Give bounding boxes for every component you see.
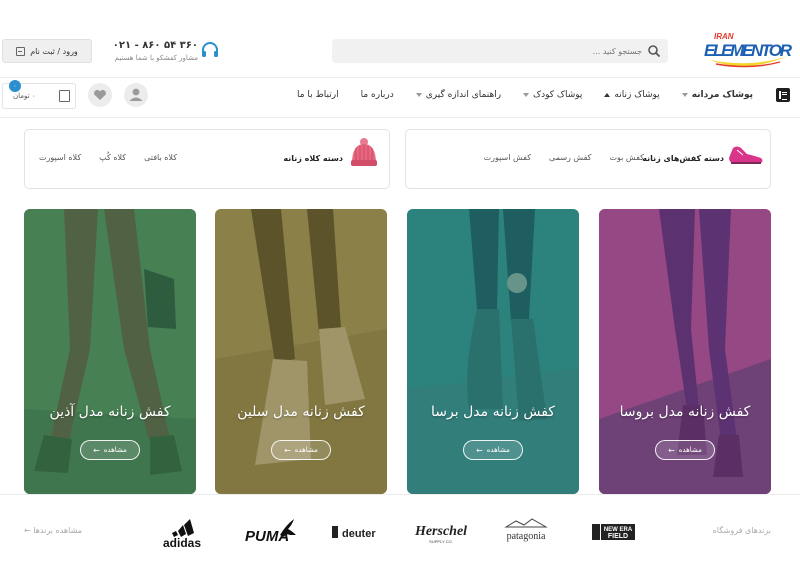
cart-amount: ۰ تومان [13, 92, 36, 100]
logo-small-text: IRAN [714, 32, 734, 41]
view-brands-link[interactable]: مشاهده برندها ← [24, 526, 82, 535]
support-text: مشاور کفشکو با شما هستیم [114, 54, 198, 62]
shopping-bag-icon [59, 90, 70, 102]
product-title: کفش زنانه مدل برسا [431, 404, 555, 420]
view-label: مشاهده [294, 446, 318, 454]
user-icon [129, 88, 143, 101]
hat-thumbnail[interactable] [342, 136, 386, 170]
category-womens-shoes: دسته کفش‌های زنانه کفش بوت کفش رسمی کفش … [405, 129, 771, 189]
brand-logo-deuter[interactable]: deuter [326, 513, 378, 551]
brand-logo-newera[interactable]: NEW ERA FIELD [590, 513, 638, 551]
heart-icon [94, 89, 106, 100]
nav-menu: پوشاک مردانه پوشاک زنانه پوشاک کودک راهن… [286, 78, 764, 112]
search-icon[interactable] [647, 44, 661, 58]
search-input[interactable] [442, 42, 642, 60]
category-link[interactable]: کفش رسمی [549, 153, 591, 162]
menu-icon[interactable] [776, 88, 790, 102]
brand-logo-adidas[interactable]: adidas [155, 513, 209, 551]
chevron-down-icon [681, 93, 688, 97]
nav-item-label: پوشاک کودک [533, 90, 583, 100]
nav-item-size-guide[interactable]: راهنمای اندازه گیری [405, 90, 512, 100]
brand-text: deuter [342, 528, 376, 540]
product-card[interactable]: کفش زنانه مدل آذین مشاهده ← [24, 209, 196, 494]
nav-item-mens[interactable]: پوشاک مردانه [671, 90, 764, 100]
view-button[interactable]: مشاهده ← [80, 440, 140, 460]
category-link[interactable]: کفش بوت [610, 153, 645, 162]
category-link[interactable]: کفش اسپورت [484, 153, 531, 162]
arrow-left-icon: ← [668, 445, 675, 455]
product-card[interactable]: کفش زنانه مدل سلین مشاهده ← [215, 209, 387, 494]
brand-text: PUMA [245, 528, 289, 545]
wishlist-button[interactable] [88, 83, 112, 107]
product-card[interactable]: کفش زنانه مدل بروسا مشاهده ← [599, 209, 771, 494]
login-label: ورود / ثبت نام [30, 46, 78, 56]
brand-logo-patagonia[interactable]: patagonia [498, 513, 554, 551]
headset-icon [202, 42, 218, 57]
view-label: مشاهده [103, 446, 127, 454]
nav-item-contact[interactable]: ارتباط با ما [286, 90, 350, 100]
cart-count-badge: ۰ [9, 80, 21, 92]
category-title[interactable]: دسته کفش‌های زنانه [642, 154, 724, 163]
nav-item-about[interactable]: درباره ما [350, 90, 405, 100]
brands-strip: برندهای فروشگاه مشاهده برندها ← NEW ERA … [0, 494, 800, 563]
login-icon [16, 46, 26, 56]
brand-logo-puma[interactable]: PUMA [242, 513, 298, 551]
arrow-left-icon: ← [284, 445, 291, 455]
brand-text: adidas [163, 536, 201, 550]
site-header: IRAN ELEMENTOR ۰۲۱ - ۸۶۰ ۵۴ ۳۶۰ مشاور کف… [0, 0, 800, 78]
nav-item-womens[interactable]: پوشاک زنانه [593, 90, 670, 100]
nav-item-label: پوشاک مردانه [691, 90, 753, 100]
category-link[interactable]: کلاه اسپورت [39, 153, 81, 162]
view-button[interactable]: مشاهده ← [655, 440, 715, 460]
chevron-down-icon [523, 93, 530, 97]
product-title: کفش زنانه مدل سلین [237, 404, 365, 420]
chevron-down-icon [415, 93, 422, 97]
chevron-up-icon [604, 93, 611, 97]
brand-text: SUPPLY CO. [429, 539, 453, 544]
nav-item-kids[interactable]: پوشاک کودک [512, 90, 593, 100]
nav-item-label: راهنمای اندازه گیری [425, 90, 502, 100]
product-card[interactable]: کفش زنانه مدل برسا مشاهده ← [407, 209, 579, 494]
category-links: کفش بوت کفش رسمی کفش اسپورت [484, 153, 644, 162]
product-title: کفش زنانه مدل آذین [49, 404, 171, 420]
category-link[interactable]: کلاه کُپ [99, 153, 126, 162]
category-links: کلاه بافتی کلاه کُپ کلاه اسپورت [39, 153, 177, 162]
view-button[interactable]: مشاهده ← [463, 440, 523, 460]
arrow-left-icon: ← [24, 526, 31, 535]
shoe-thumbnail[interactable] [723, 136, 767, 170]
nav-item-label: ارتباط با ما [296, 90, 339, 100]
category-link[interactable]: کلاه بافتی [144, 153, 177, 162]
brands-label: برندهای فروشگاه [712, 526, 771, 535]
category-womens-hats: دسته کلاه زنانه کلاه بافتی کلاه کُپ کلاه… [24, 129, 390, 189]
brand-text: FIELD [608, 533, 628, 540]
main-nav: پوشاک مردانه پوشاک زنانه پوشاک کودک راهن… [0, 78, 800, 118]
arrow-left-icon: ← [476, 445, 483, 455]
support-phone[interactable]: ۰۲۱ - ۸۶۰ ۵۴ ۳۶۰ [113, 40, 198, 51]
product-title: کفش زنانه مدل بروسا [619, 404, 751, 420]
brand-logo-herschel[interactable]: Herschel SUPPLY CO. [412, 513, 470, 551]
support-info: ۰۲۱ - ۸۶۰ ۵۴ ۳۶۰ مشاور کفشکو با شما هستی… [110, 40, 220, 68]
arrow-left-icon: ← [93, 445, 100, 455]
nav-item-label: پوشاک زنانه [614, 90, 660, 100]
brand-text: patagonia [507, 531, 546, 542]
view-label: مشاهده [486, 446, 510, 454]
brand-text: Herschel [414, 524, 467, 539]
view-brands-label: مشاهده برندها [33, 526, 82, 535]
site-logo[interactable]: IRAN ELEMENTOR [702, 26, 794, 72]
cart-button[interactable]: ۰ ۰ تومان [2, 80, 76, 109]
logo-main-text: ELEMENTOR [704, 41, 793, 60]
search-bar [332, 39, 668, 63]
nav-item-label: درباره ما [360, 90, 394, 100]
category-title[interactable]: دسته کلاه زنانه [283, 154, 343, 163]
view-button[interactable]: مشاهده ← [271, 440, 331, 460]
login-register-button[interactable]: ورود / ثبت نام [2, 39, 92, 63]
user-account-button[interactable] [124, 83, 148, 107]
view-label: مشاهده [678, 446, 702, 454]
